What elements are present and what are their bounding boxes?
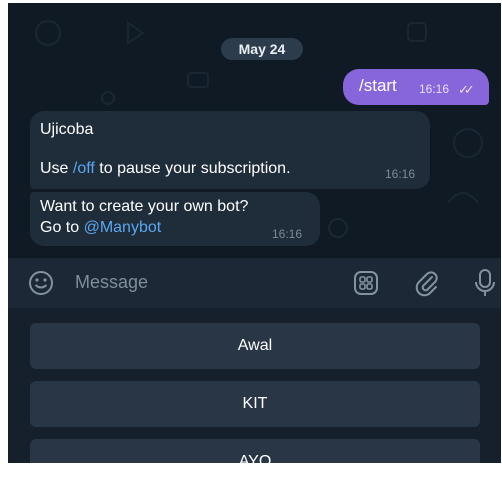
read-receipt-icon: ✓✓ [458,82,475,97]
bot-keyboard-icon[interactable] [353,270,379,296]
attach-icon[interactable] [413,269,441,297]
keyboard-button-awal[interactable]: Awal [30,323,480,369]
message-time: 16:16 [385,167,416,181]
keyboard-button-kit[interactable]: KIT [30,381,480,427]
message-text: Want to create your own bot? [40,198,249,215]
message-time: 16:16 [272,227,303,241]
message-input[interactable]: Message [75,272,148,293]
outgoing-message[interactable]: /start 16:16 ✓✓ [343,69,489,105]
incoming-message[interactable]: Want to create your own bot? Go to @Many… [30,192,320,246]
message-input-bar: Message [8,258,501,308]
message-text: Ujicoba [40,121,94,138]
chat-history[interactable]: May 24 /start 16:16 ✓✓ Ujicoba Use /off … [8,3,501,258]
username-link[interactable]: @Manybot [84,219,162,236]
incoming-message[interactable]: Ujicoba Use /off to pause your subscript… [30,111,430,189]
telegram-chat-window: May 24 /start 16:16 ✓✓ Ujicoba Use /off … [8,3,501,463]
bot-reply-keyboard: Awal KIT AYO [8,308,501,463]
emoji-icon[interactable] [27,269,55,297]
command-link[interactable]: /off [73,160,95,177]
message-time: 16:16 [419,82,450,96]
date-separator: May 24 [221,38,303,60]
message-text: /start [359,76,397,95]
microphone-icon[interactable] [473,268,497,298]
message-text: Use /off to pause your subscription. [40,160,291,177]
message-text: Go to @Manybot [40,219,162,236]
keyboard-button-ayo[interactable]: AYO [30,439,480,463]
